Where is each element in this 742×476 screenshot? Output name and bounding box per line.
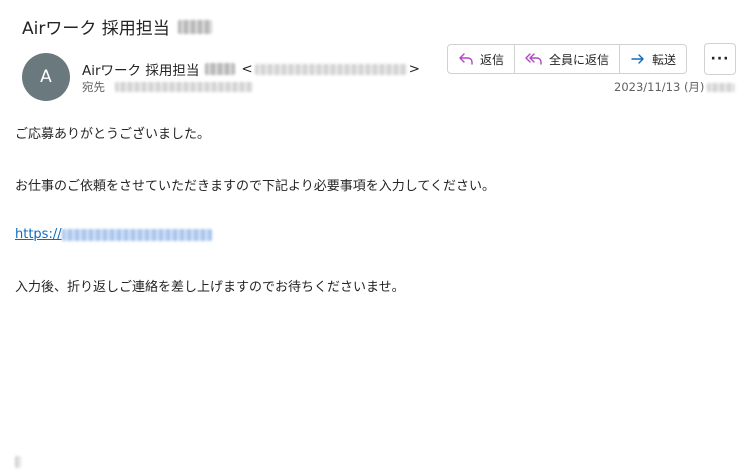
reply-button[interactable]: 返信 [448,45,516,73]
reply-all-label: 全員に返信 [549,52,610,67]
body-line-2: お仕事のご依頼をさせていただきますので下記より必要事項を入力してください。 [15,179,495,194]
redacted-time [707,82,736,92]
reply-all-button[interactable]: 全員に返信 [515,45,621,73]
body-line-4: 入力後、折り返しご連絡を差し上げますのでお待ちくださいませ。 [15,280,405,295]
reply-label: 返信 [480,52,505,67]
forward-icon [630,52,646,66]
form-link[interactable]: https:// [15,227,212,242]
forward-button[interactable]: 転送 [620,45,686,73]
reply-actions-group: 返信 全員に返信 転送 [447,44,688,74]
reply-all-icon [525,52,543,66]
avatar[interactable]: A [22,53,70,101]
redacted-recipient-email[interactable] [115,82,253,92]
forward-label: 転送 [652,52,677,67]
subject-text: Airワーク 採用担当 [22,19,170,39]
redacted-sender-suffix [205,63,236,75]
to-label: 宛先 [82,80,105,94]
recipients-line: 宛先 [82,79,253,95]
more-actions-button[interactable]: ··· [704,43,736,75]
redacted-link-url[interactable] [61,228,212,241]
link-prefix[interactable]: https:// [15,227,62,242]
redacted-sender-email [254,63,407,75]
email-subject: Airワーク 採用担当 [22,14,212,39]
more-icon: ··· [710,51,730,67]
sender-email-close: > [408,61,420,77]
redacted-subject-suffix [177,19,212,34]
date-text: 2023/11/13 (月) [614,80,705,94]
body-line-1: ご応募ありがとうございました。 [15,127,211,142]
email-reading-pane: Airワーク 採用担当 A Airワーク 採用担当 < > 宛先 返信 全員に返… [0,0,742,476]
redacted-footer-mark [15,456,21,468]
sender-email-open: < [241,61,253,77]
received-date: 2023/11/13 (月) [614,79,736,95]
avatar-initial: A [40,67,52,87]
reply-icon [458,52,474,66]
sender-line[interactable]: Airワーク 採用担当 < > [82,59,420,79]
sender-name[interactable]: Airワーク 採用担当 [82,59,199,79]
